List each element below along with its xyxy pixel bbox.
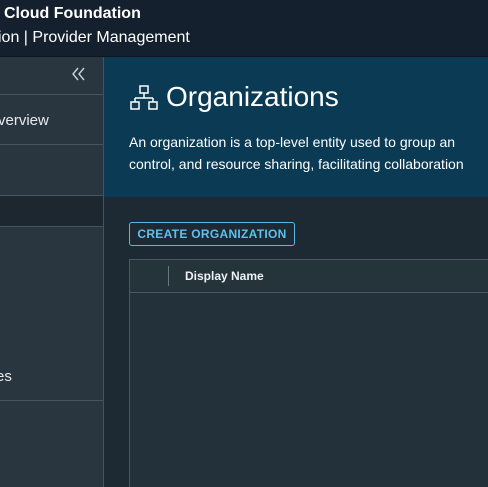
page-description-line: control, and resource sharing, facilitat… <box>129 156 464 172</box>
double-chevron-left-icon <box>72 67 85 81</box>
page-header: Organizations An organization is a top-l… <box>104 57 488 197</box>
sidebar: verview es <box>0 57 104 487</box>
sidebar-item-label: verview <box>0 112 49 129</box>
organizations-grid: Display Name <box>129 259 488 487</box>
column-header-display-name[interactable]: Display Name <box>185 269 264 283</box>
column-separator[interactable] <box>168 266 169 286</box>
sidebar-item-selected[interactable] <box>0 196 103 227</box>
app-subtitle: ion | Provider Management <box>0 29 190 46</box>
organization-icon <box>130 85 158 110</box>
sidebar-collapse-button[interactable] <box>69 65 89 83</box>
main-content: CREATE ORGANIZATION Display Name <box>104 197 488 487</box>
sidebar-item-label: es <box>0 368 12 385</box>
grid-header: Display Name <box>130 260 488 293</box>
page-description: An organization is a top-level entity us… <box>129 131 488 175</box>
create-organization-button[interactable]: CREATE ORGANIZATION <box>129 222 295 246</box>
page-title: Organizations <box>166 81 339 112</box>
sidebar-item[interactable]: es <box>0 227 103 401</box>
page-description-line: An organization is a top-level entity us… <box>129 134 456 150</box>
brand-title: Cloud Foundation <box>4 5 141 22</box>
sidebar-item[interactable] <box>0 145 103 196</box>
grid-body <box>130 293 488 487</box>
top-bar: Cloud Foundation ion | Provider Manageme… <box>0 0 488 57</box>
select-column-header[interactable] <box>130 260 168 292</box>
sidebar-item-overview[interactable]: verview <box>0 94 103 145</box>
